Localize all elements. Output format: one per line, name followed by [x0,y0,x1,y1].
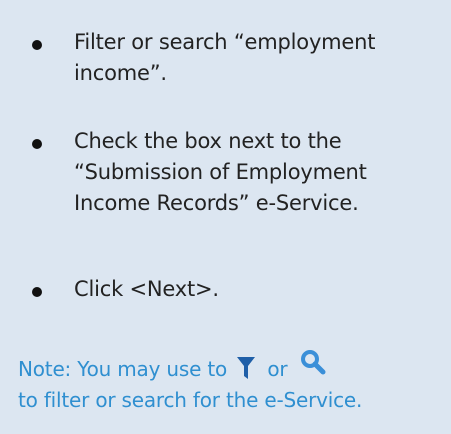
note-line-1: Note: You may use to or [18,349,443,385]
step-text: Click <Next>. [74,277,219,301]
instruction-panel: Filter or search “employment income”. Ch… [0,0,451,434]
step-check-box: Check the box next to the “Submission of… [0,118,451,218]
note-line-2: to filter or search for the e-Service. [18,388,363,412]
step-click-next: Click <Next>. [0,266,451,306]
step-filter-search: Filter or search “employment income”. [0,18,451,88]
note-prefix: Note: You may use to [18,357,228,381]
magnifier-icon [300,349,326,375]
note-text: Note: You may use to or to filter or sea… [18,349,443,416]
bullet-icon [32,40,42,50]
note-connector: or [267,357,288,381]
filter-funnel-icon [237,356,256,379]
bullet-icon [32,139,42,149]
step-text: Check the box next to the “Submission of… [74,129,367,215]
bullet-icon [32,287,42,297]
step-text: Filter or search “employment income”. [74,30,376,85]
